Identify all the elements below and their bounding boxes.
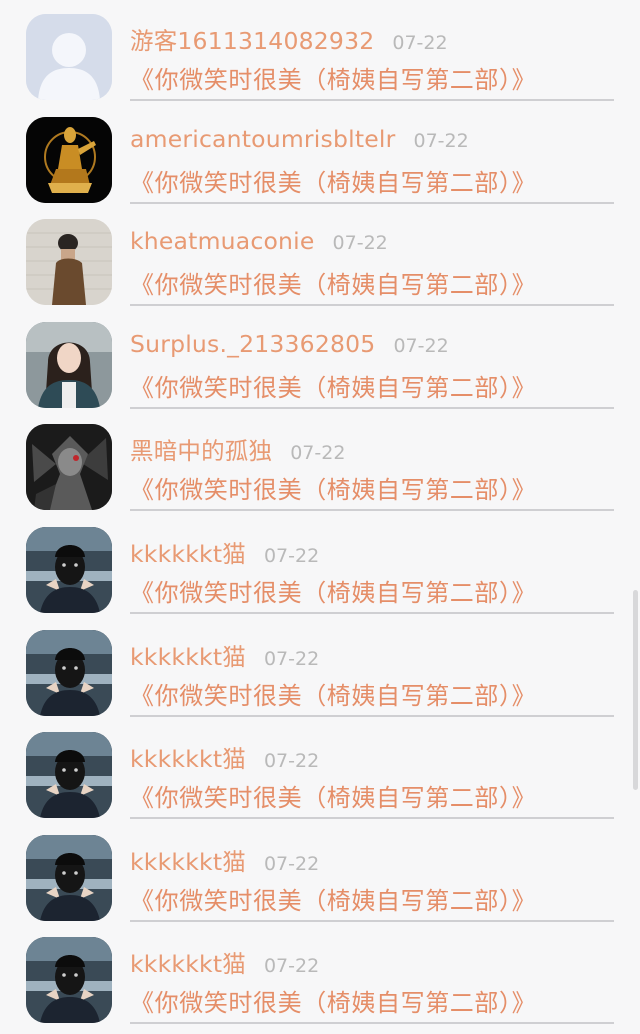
list-item[interactable]: Surplus._213362805 07-22 《你微笑时很美（椅姨自写第二部… [0, 308, 640, 411]
divider [130, 99, 614, 101]
username[interactable]: kkkkkkt猫 [130, 740, 246, 774]
list-item[interactable]: kkkkkkt猫 07-22 《你微笑时很美（椅姨自写第二部）》 [0, 513, 640, 616]
book-title-link[interactable]: 《你微笑时很美（椅姨自写第二部）》 [130, 470, 536, 505]
masked-man-avatar[interactable] [26, 937, 112, 1024]
masked-man-avatar[interactable] [26, 834, 112, 921]
masked-man-avatar[interactable] [26, 527, 112, 613]
comment-time: 07-22 [263, 647, 320, 670]
divider [130, 201, 614, 204]
girl-street-avatar[interactable] [26, 321, 112, 408]
username[interactable]: americantoumrisbltelr [130, 125, 395, 153]
comment-time: 07-22 [263, 750, 320, 773]
person-wall-avatar[interactable] [26, 219, 112, 306]
list-item[interactable]: 黑暗中的孤独 07-22 《你微笑时很美（椅姨自写第二部）》 [0, 410, 640, 513]
masked-man-avatar[interactable] [26, 732, 112, 819]
list-item[interactable]: americantoumrisbltelr 07-22 《你微笑时很美（椅姨自写… [0, 103, 640, 206]
username[interactable]: kkkkkkt猫 [130, 945, 246, 979]
book-title-link[interactable]: 《你微笑时很美（椅姨自写第二部）》 [130, 676, 536, 711]
divider [130, 714, 614, 717]
list-item[interactable]: kkkkkkt猫 07-22 《你微笑时很美（椅姨自写第二部）》 [0, 923, 640, 1026]
list-item[interactable]: kkkkkkt猫 07-22 《你微笑时很美（椅姨自写第二部）》 [0, 821, 640, 924]
divider [130, 919, 614, 922]
scrollbar[interactable] [633, 590, 638, 790]
username[interactable]: 黑暗中的孤独 [130, 432, 272, 466]
comment-time: 07-22 [263, 955, 320, 978]
comment-time: 07-22 [393, 334, 449, 357]
divider [130, 1022, 614, 1025]
book-title-link[interactable]: 《你微笑时很美（椅姨自写第二部）》 [130, 265, 536, 300]
book-title-link[interactable]: 《你微笑时很美（椅姨自写第二部）》 [130, 778, 536, 813]
golden-statue-avatar[interactable] [26, 116, 112, 203]
username[interactable]: 游客1611314082932 [130, 22, 374, 56]
comment-time: 07-22 [332, 232, 388, 255]
divider [130, 612, 614, 614]
list-item[interactable]: kheatmuaconie 07-22 《你微笑时很美（椅姨自写第二部）》 [0, 205, 640, 308]
default-avatar-icon[interactable] [26, 14, 112, 100]
list-item[interactable]: kkkkkkt猫 07-22 《你微笑时很美（椅姨自写第二部）》 [0, 616, 640, 719]
comment-time: 07-22 [263, 852, 320, 875]
comment-time: 07-22 [413, 129, 469, 152]
book-title-link[interactable]: 《你微笑时很美（椅姨自写第二部）》 [130, 983, 536, 1018]
book-title-link[interactable]: 《你微笑时很美（椅姨自写第二部）》 [130, 60, 536, 95]
comment-time: 07-22 [263, 545, 320, 567]
divider [130, 509, 614, 512]
username[interactable]: kkkkkkt猫 [130, 638, 246, 672]
dark-anime-avatar[interactable] [26, 424, 112, 511]
masked-man-avatar[interactable] [26, 629, 112, 716]
book-title-link[interactable]: 《你微笑时很美（椅姨自写第二部）》 [130, 163, 536, 198]
divider [130, 304, 614, 307]
comment-time: 07-22 [392, 32, 448, 54]
list-item[interactable]: kkkkkkt猫 07-22 《你微笑时很美（椅姨自写第二部）》 [0, 718, 640, 821]
divider [130, 817, 614, 820]
comment-time: 07-22 [290, 442, 346, 465]
username[interactable]: kkkkkkt猫 [130, 843, 246, 877]
username[interactable]: kheatmuaconie [130, 227, 315, 255]
list-item[interactable]: 游客1611314082932 07-22 《你微笑时很美（椅姨自写第二部）》 [0, 0, 640, 103]
username[interactable]: kkkkkkt猫 [130, 535, 246, 569]
book-title-link[interactable]: 《你微笑时很美（椅姨自写第二部）》 [130, 573, 536, 608]
divider [130, 406, 614, 409]
book-title-link[interactable]: 《你微笑时很美（椅姨自写第二部）》 [130, 881, 536, 916]
username[interactable]: Surplus._213362805 [130, 330, 375, 358]
comment-list: 游客1611314082932 07-22 《你微笑时很美（椅姨自写第二部）》 … [0, 0, 640, 1034]
book-title-link[interactable]: 《你微笑时很美（椅姨自写第二部）》 [130, 368, 536, 403]
